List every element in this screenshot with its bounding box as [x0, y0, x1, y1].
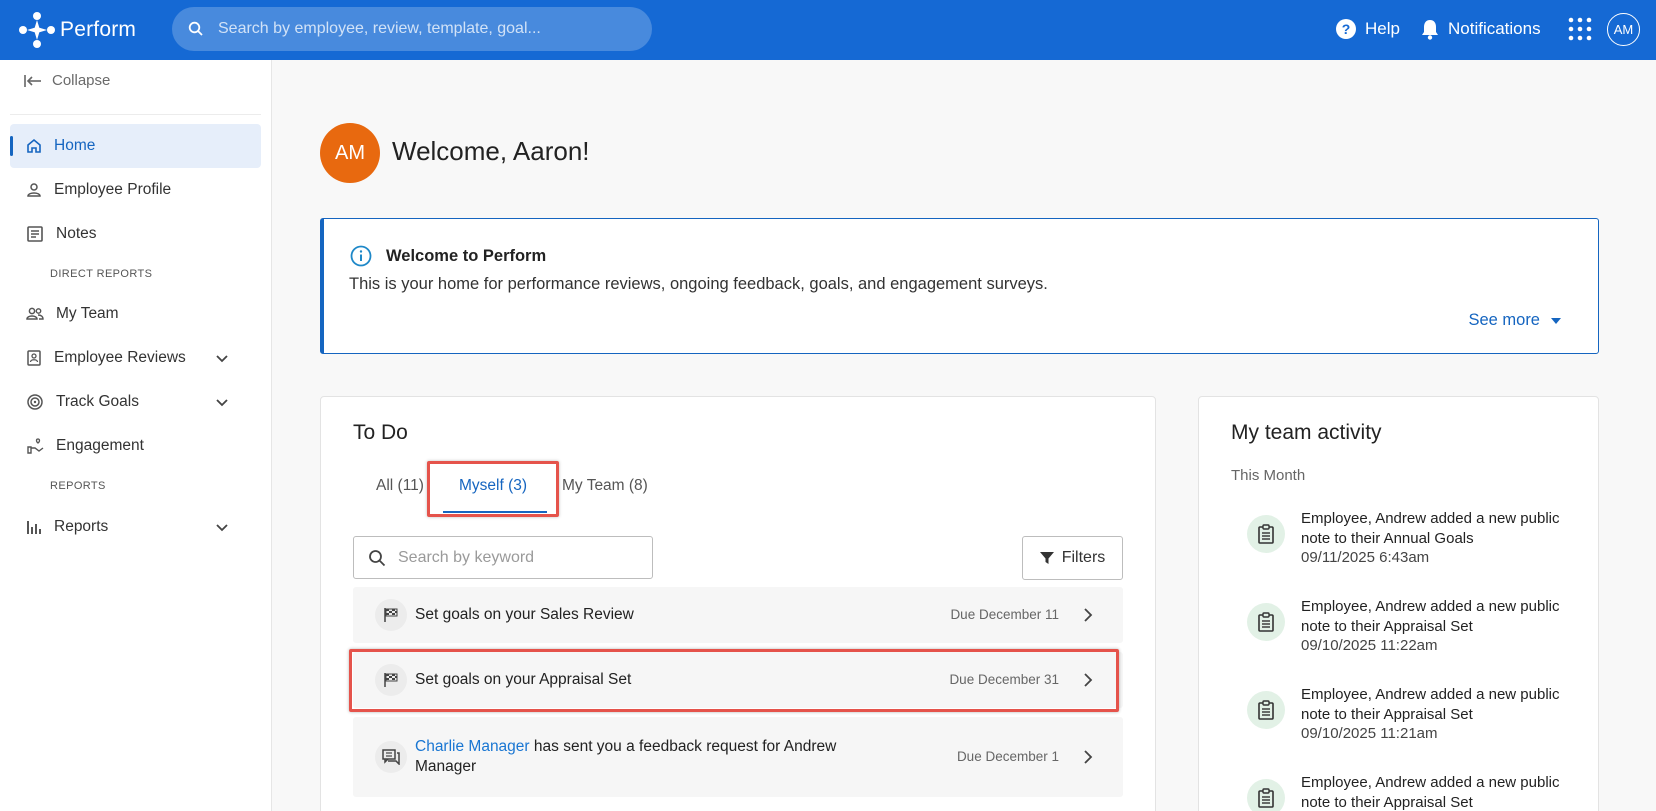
activity-period: This Month — [1231, 467, 1306, 484]
chevron-down-icon[interactable] — [215, 523, 229, 532]
grid-icon — [1568, 17, 1592, 41]
section-label-reports: REPORTS — [50, 480, 106, 492]
info-box-title: Welcome to Perform — [386, 246, 547, 265]
chevron-right-icon[interactable] — [1083, 608, 1093, 622]
top-bar: Perform ? Help Notifications AM — [0, 0, 1656, 60]
todo-title: To Do — [353, 421, 408, 444]
sidebar-item-label: Reports — [54, 518, 109, 535]
help-button[interactable]: ? Help — [1335, 18, 1400, 40]
flag-icon — [375, 599, 407, 631]
team-activity-card: My team activity This Month Employee, An… — [1198, 396, 1599, 811]
sidebar-item-notes[interactable]: Notes — [10, 212, 261, 256]
welcome-avatar: AM — [320, 123, 380, 183]
keyword-search-input[interactable] — [398, 548, 638, 567]
activity-time: 09/10/2025 11:22am — [1301, 637, 1438, 654]
sidebar-item-my-team[interactable]: My Team — [10, 292, 261, 336]
feedback-icon — [375, 741, 407, 773]
user-avatar[interactable]: AM — [1607, 13, 1640, 46]
notes-icon — [27, 226, 43, 242]
collapse-button[interactable]: Collapse — [24, 72, 110, 89]
sidebar-item-engagement[interactable]: Engagement — [10, 424, 261, 468]
search-icon — [188, 21, 203, 36]
global-search-input[interactable] — [218, 20, 618, 38]
clipboard-icon — [1247, 779, 1285, 811]
clipboard-icon — [1247, 515, 1285, 553]
bell-icon — [1422, 20, 1438, 40]
target-icon — [27, 394, 43, 410]
sidebar-item-label: Engagement — [56, 437, 144, 454]
sidebar-item-home[interactable]: Home — [10, 124, 261, 168]
info-icon — [350, 245, 372, 267]
filters-label: Filters — [1061, 549, 1106, 566]
notifications-button[interactable]: Notifications — [1420, 18, 1541, 40]
todo-row[interactable]: Charlie Manager has sent you a feedback … — [353, 717, 1123, 797]
sidebar-item-reports[interactable]: Reports — [10, 505, 261, 549]
keyword-search[interactable] — [353, 536, 653, 579]
page-title: Welcome, Aaron! — [392, 136, 590, 166]
todo-row-text: Set goals on your Sales Review — [415, 606, 634, 623]
see-more-button[interactable]: See more — [1468, 311, 1562, 330]
activity-text: Employee, Andrew added a new public note… — [1301, 686, 1560, 723]
charlie-manager-link[interactable]: Charlie Manager — [415, 738, 530, 755]
bar-chart-icon — [27, 521, 41, 534]
global-search[interactable] — [172, 7, 652, 51]
chevron-right-icon[interactable] — [1083, 750, 1093, 764]
info-box-header: Welcome to Perform — [350, 245, 546, 267]
todo-row-text: Charlie Manager has sent you a feedback … — [415, 737, 855, 777]
notifications-label: Notifications — [1448, 19, 1541, 38]
person-icon — [27, 183, 41, 197]
sidebar-item-label: Track Goals — [56, 393, 139, 410]
perform-logo-icon — [19, 12, 55, 48]
sidebar-item-label: Employee Reviews — [54, 349, 186, 366]
team-icon — [26, 307, 44, 320]
activity-time: 09/11/2025 6:43am — [1301, 549, 1430, 566]
tab-all[interactable]: All (11) — [376, 477, 424, 495]
todo-row[interactable]: Set goals on your Sales Review Due Decem… — [353, 587, 1123, 643]
sidebar: Collapse Home Employee Profile Notes DIR… — [0, 60, 272, 811]
todo-card: To Do All (11) Myself (3) My Team (8) Fi… — [320, 396, 1156, 811]
highlight-box-myself-tab — [427, 461, 559, 517]
info-box-body: This is your home for performance review… — [349, 275, 1048, 293]
sidebar-item-label: Home — [54, 137, 96, 154]
chevron-down-icon[interactable] — [215, 398, 229, 407]
clipboard-icon — [1247, 603, 1285, 641]
perform-logo[interactable]: Perform — [18, 10, 136, 50]
highlight-box-appraisal-row — [349, 649, 1119, 712]
search-icon — [369, 549, 386, 566]
collapse-arrow-icon — [24, 74, 41, 87]
activity-text: Employee, Andrew added a new public note… — [1301, 774, 1560, 811]
sidebar-item-employee-profile[interactable]: Employee Profile — [10, 168, 261, 212]
activity-time: 09/10/2025 11:21am — [1301, 725, 1438, 742]
sidebar-divider — [10, 114, 261, 115]
sidebar-item-label: Employee Profile — [54, 181, 172, 198]
filters-button[interactable]: Filters — [1022, 536, 1123, 580]
help-icon: ? — [1336, 19, 1356, 39]
clipboard-icon — [1247, 691, 1285, 729]
chevron-down-icon[interactable] — [215, 354, 229, 363]
section-label-direct-reports: DIRECT REPORTS — [50, 268, 153, 280]
caret-down-icon — [1551, 317, 1561, 324]
sidebar-item-track-goals[interactable]: Track Goals — [10, 380, 261, 424]
todo-row-due: Due December 1 — [956, 749, 1059, 764]
help-label: Help — [1365, 19, 1400, 38]
filter-icon — [1039, 552, 1054, 564]
activity-text: Employee, Andrew added a new public note… — [1301, 598, 1560, 635]
sidebar-item-label: Notes — [56, 225, 97, 242]
svg-text:?: ? — [1342, 21, 1351, 37]
app-switcher-button[interactable] — [1568, 17, 1592, 46]
welcome-info-box: Welcome to Perform This is your home for… — [320, 218, 1599, 354]
collapse-label: Collapse — [52, 72, 111, 89]
sidebar-item-employee-reviews[interactable]: Employee Reviews — [10, 336, 261, 380]
review-icon — [27, 350, 41, 366]
todo-row-due: Due December 11 — [950, 607, 1059, 622]
sidebar-item-label: My Team — [56, 305, 119, 322]
engagement-icon — [27, 438, 44, 454]
see-more-label: See more — [1468, 311, 1540, 329]
activity-title: My team activity — [1231, 421, 1382, 444]
app-name: Perform — [60, 18, 137, 41]
tab-my-team[interactable]: My Team (8) — [562, 477, 648, 495]
activity-text: Employee, Andrew added a new public note… — [1301, 510, 1560, 547]
home-icon — [27, 138, 41, 153]
